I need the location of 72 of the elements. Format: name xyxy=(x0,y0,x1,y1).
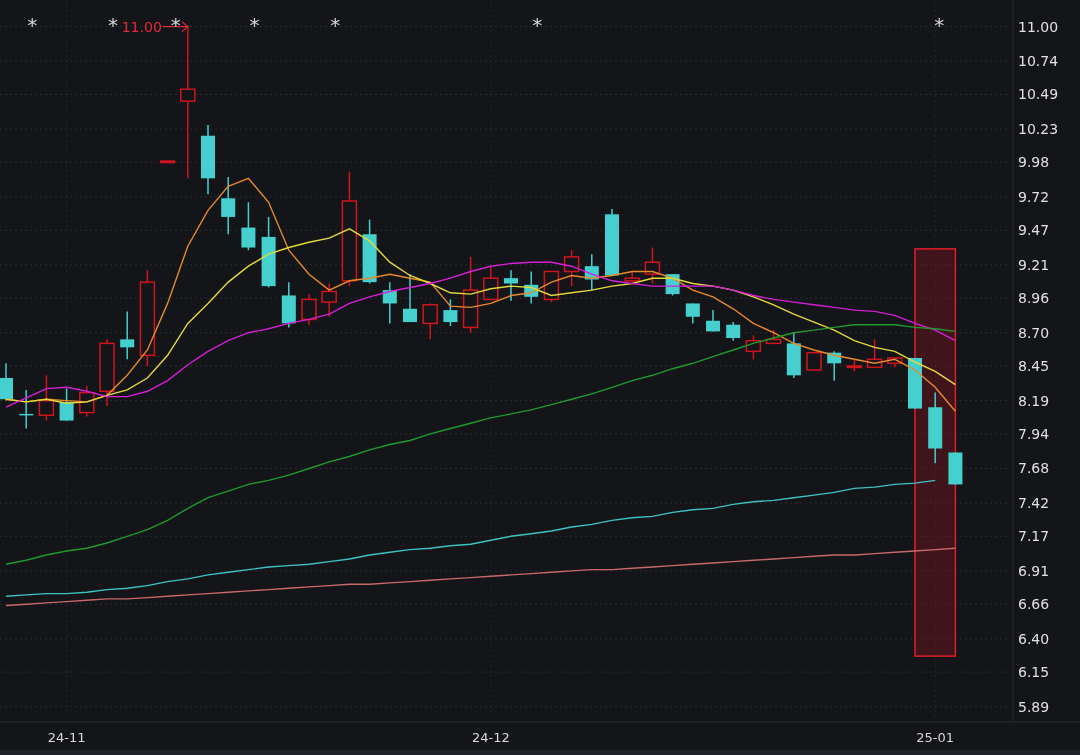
candlestick xyxy=(543,270,560,303)
candlestick xyxy=(948,451,963,486)
asterisk-marker: * xyxy=(532,12,543,37)
candlestick xyxy=(887,357,903,369)
candlestick xyxy=(99,338,115,407)
price-axis-label: 10.49 xyxy=(1018,86,1059,103)
candlestick xyxy=(644,246,661,285)
candlestick xyxy=(301,293,317,326)
candlestick xyxy=(201,124,215,196)
candlestick xyxy=(726,321,741,342)
candlestick xyxy=(362,218,377,285)
candlestick xyxy=(0,362,13,402)
price-axis-label: 9.98 xyxy=(1018,154,1050,171)
date-axis-label: 25-01 xyxy=(916,730,955,745)
asterisk-marker: * xyxy=(249,12,260,37)
price-axis-label: 7.68 xyxy=(1018,460,1050,477)
date-axis-label: 24-12 xyxy=(471,730,510,745)
candlestick xyxy=(524,270,539,305)
price-axis-label: 8.19 xyxy=(1018,392,1050,409)
price-axis-label: 8.45 xyxy=(1018,358,1050,374)
price-axis-label: 5.89 xyxy=(1018,698,1050,715)
candlestick xyxy=(745,334,762,361)
candlestick xyxy=(908,357,922,410)
candlestick xyxy=(504,269,518,302)
candlestick xyxy=(79,385,95,418)
candlestick xyxy=(563,249,580,287)
candlestick xyxy=(624,270,640,283)
candlestick xyxy=(685,302,700,325)
candlestick xyxy=(605,208,619,277)
price-axis-label: 10.74 xyxy=(1018,53,1059,70)
price-axis-label: 8.70 xyxy=(1018,324,1050,341)
candlestick xyxy=(403,273,417,323)
candlestick xyxy=(38,374,55,422)
candlestick xyxy=(584,253,599,291)
price-axis-label: 9.21 xyxy=(1018,256,1050,273)
date-axis-label: 24-11 xyxy=(47,730,86,745)
candlestick xyxy=(159,160,176,164)
candlestick xyxy=(443,298,458,327)
price-axis-label: 6.15 xyxy=(1018,664,1050,681)
candlestick xyxy=(806,351,822,371)
candlestick xyxy=(321,282,337,318)
price-axis-label: 7.17 xyxy=(1018,528,1050,545)
candlestick xyxy=(382,281,397,325)
candlestick xyxy=(786,331,801,379)
max-price-label: 11.00 xyxy=(121,18,162,35)
candlestick xyxy=(765,329,782,345)
asterisk-marker: * xyxy=(108,12,119,37)
price-axis-label: 6.40 xyxy=(1018,630,1050,647)
price-axis-label: 7.94 xyxy=(1018,425,1050,442)
price-axis-label: 9.72 xyxy=(1018,188,1050,205)
candlestick xyxy=(846,358,863,373)
candlestick xyxy=(241,201,256,251)
price-axis-label: 10.23 xyxy=(1018,121,1059,138)
candlestick xyxy=(281,281,296,329)
asterisk-marker: * xyxy=(27,12,38,37)
candlestick xyxy=(120,310,135,361)
candlestick xyxy=(221,176,236,235)
asterisk-marker: * xyxy=(330,12,341,37)
price-axis-label: 6.91 xyxy=(1018,562,1050,579)
price-axis-label: 11.00 xyxy=(1018,18,1059,35)
price-axis-label: 7.42 xyxy=(1018,495,1050,512)
candlestick xyxy=(827,350,842,382)
asterisk-marker: * xyxy=(934,12,945,37)
price-axis-label: 8.96 xyxy=(1018,290,1050,307)
candlestick xyxy=(706,309,720,333)
candlestick xyxy=(19,389,34,430)
price-axis-label: 6.66 xyxy=(1018,596,1050,613)
candlestick xyxy=(422,302,438,341)
candlestick xyxy=(483,265,499,301)
candlestick xyxy=(59,387,74,422)
candlestick xyxy=(866,338,883,369)
price-axis-label: 9.47 xyxy=(1018,222,1050,239)
